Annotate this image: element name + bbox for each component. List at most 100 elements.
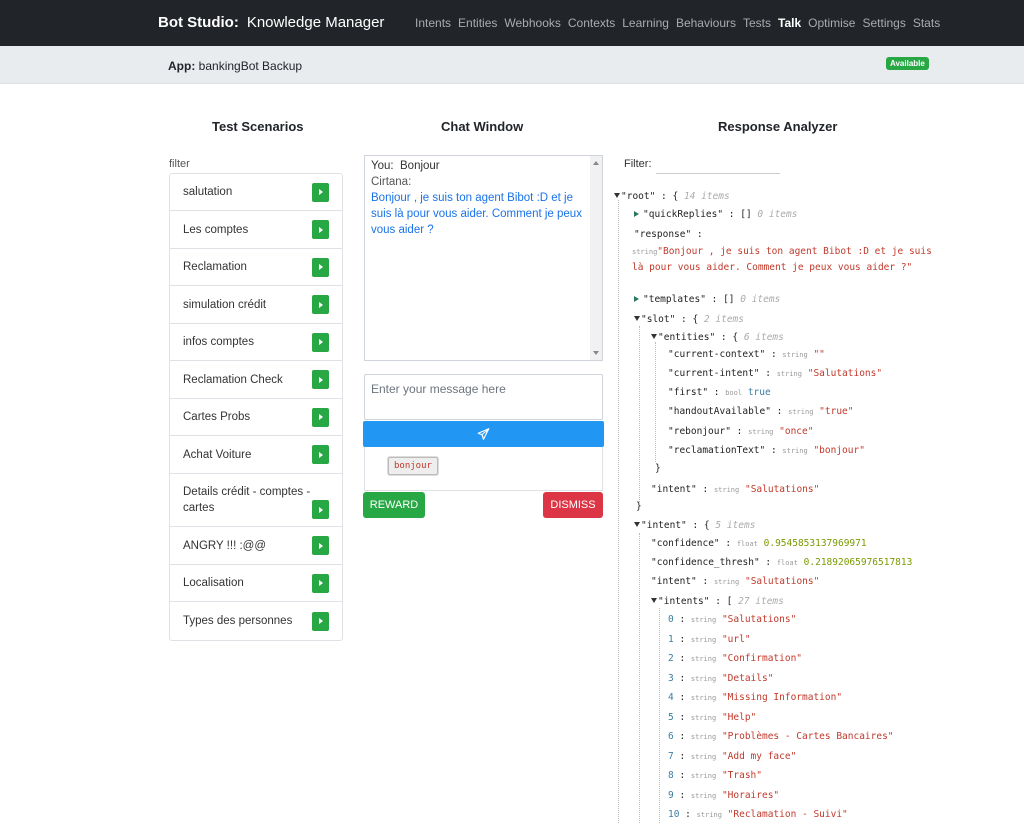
play-icon[interactable]	[312, 407, 329, 427]
tree-close-brace: }	[636, 501, 642, 512]
expand-icon[interactable]	[634, 211, 639, 217]
quick-replies-area: bonjour	[364, 447, 603, 491]
tree-node-quickreplies[interactable]: "quickReplies" : [] 0 items	[634, 209, 797, 220]
analyzer-filter-input[interactable]	[656, 158, 780, 174]
scenario-item[interactable]: Les comptes	[170, 211, 342, 249]
tree-guide	[618, 200, 619, 823]
tree-node-intent-item: 4 : string "Missing Information"	[668, 692, 843, 703]
play-icon[interactable]	[312, 182, 329, 202]
tree-key: "first"	[668, 387, 709, 398]
play-icon[interactable]	[312, 536, 329, 555]
tree-node-root[interactable]: "root" : { 14 items	[614, 191, 730, 202]
play-icon[interactable]	[312, 370, 329, 389]
tree-key: "intent"	[641, 520, 687, 531]
analyzer-title: Response Analyzer	[718, 119, 838, 134]
tree-index: 0	[668, 614, 674, 625]
tree-node-intent-item: 7 : string "Add my face"	[668, 750, 797, 762]
tree-key: "intent"	[651, 484, 697, 495]
scroll-down-icon[interactable]	[593, 351, 599, 355]
play-icon[interactable]	[312, 332, 329, 352]
scenario-item[interactable]: infos comptes	[170, 324, 342, 361]
play-icon[interactable]	[312, 611, 329, 631]
quick-reply-chip[interactable]: bonjour	[388, 457, 438, 475]
nav-item-stats[interactable]: Stats	[913, 16, 940, 30]
scenario-label: infos comptes	[183, 336, 254, 348]
scenario-item[interactable]: Types des personnes	[170, 602, 342, 640]
scenario-item[interactable]: Achat Voiture	[170, 436, 342, 474]
nav-item-talk[interactable]: Talk	[778, 16, 801, 30]
nav-item-intents[interactable]: Intents	[415, 16, 451, 30]
play-icon[interactable]	[312, 445, 329, 464]
tree-type: bool	[725, 389, 743, 397]
collapse-icon[interactable]	[651, 598, 657, 603]
tree-node-entities[interactable]: "entities" : { 6 items	[651, 332, 784, 343]
scenario-item[interactable]: ANGRY !!! :@@	[170, 527, 342, 565]
tree-key: "entities"	[658, 332, 716, 343]
collapse-icon[interactable]	[651, 334, 657, 339]
scenario-item[interactable]: Cartes Probs	[170, 399, 342, 436]
tree-value-response: string"Bonjour , je suis ton agent Bibot…	[632, 244, 932, 275]
tree-guide	[659, 608, 660, 823]
expand-icon[interactable]	[634, 296, 639, 302]
tree-node-intent-item: 3 : string "Details"	[668, 672, 774, 684]
nav-item-webhooks[interactable]: Webhooks	[504, 16, 560, 30]
scenarios-filter-label[interactable]: filter	[169, 158, 190, 170]
tree-node-intent[interactable]: "intent" : { 5 items	[634, 520, 755, 531]
tree-index: 1	[668, 633, 674, 645]
tree-index: 3	[668, 672, 674, 684]
scenario-label: Types des personnes	[183, 615, 293, 627]
scenario-item[interactable]: Details crédit - comptes - cartes	[170, 474, 342, 527]
play-icon[interactable]	[312, 295, 329, 314]
nav-item-behaviours[interactable]: Behaviours	[676, 16, 736, 30]
scenario-item[interactable]: Reclamation Check	[170, 361, 342, 399]
reward-button[interactable]: REWARD	[363, 492, 425, 518]
tree-node-intent-intent: "intent" : string "Salutations"	[651, 576, 820, 587]
tree-count: 2 items	[703, 314, 744, 325]
play-icon[interactable]	[312, 220, 329, 239]
nav-item-settings[interactable]: Settings	[862, 16, 905, 30]
nav-item-entities[interactable]: Entities	[458, 16, 497, 30]
chat-transcript[interactable]: You: Bonjour Cirtana: Bonjour , je suis …	[364, 155, 603, 361]
brand[interactable]: Bot Studio: Knowledge Manager	[158, 14, 384, 31]
tree-type: string	[782, 447, 808, 455]
play-icon[interactable]	[312, 500, 329, 519]
nav-item-learning[interactable]: Learning	[622, 16, 669, 30]
scenario-label: ANGRY !!! :@@	[183, 539, 266, 552]
scroll-up-icon[interactable]	[593, 161, 599, 165]
tree-value: "Salutations"	[807, 368, 883, 379]
tree-index: 9	[668, 789, 674, 801]
send-button[interactable]	[363, 421, 604, 447]
play-icon[interactable]	[312, 257, 329, 277]
tree-node-slot[interactable]: "slot" : { 2 items	[634, 314, 744, 325]
scenario-label: salutation	[183, 186, 233, 198]
tree-node-templates[interactable]: "templates" : [] 0 items	[634, 294, 780, 305]
tree-type: string	[690, 713, 717, 722]
nav-item-optimise[interactable]: Optimise	[808, 16, 855, 30]
tree-key: "response"	[634, 229, 692, 240]
app-name: bankingBot Backup	[198, 59, 303, 73]
scenario-item[interactable]: Reclamation	[170, 249, 342, 286]
nav-item-contexts[interactable]: Contexts	[568, 16, 615, 30]
scenario-label: Les comptes	[183, 223, 249, 236]
dismiss-button[interactable]: DISMISS	[543, 492, 603, 518]
scenario-label: Reclamation	[183, 261, 247, 273]
collapse-icon[interactable]	[634, 522, 640, 527]
tree-node-intents[interactable]: "intents" : [ 27 items	[651, 596, 784, 607]
scenario-item[interactable]: salutation	[170, 174, 342, 211]
scenario-item[interactable]: simulation crédit	[170, 286, 342, 324]
tree-key: "slot"	[641, 314, 676, 325]
tree-value: "Add my face"	[721, 750, 797, 762]
collapse-icon[interactable]	[634, 316, 640, 321]
scenario-item[interactable]: Localisation	[170, 565, 342, 602]
scenario-label: Reclamation Check	[183, 373, 283, 386]
tree-value: "Trash"	[721, 770, 762, 781]
chat-scrollbar[interactable]	[590, 156, 602, 360]
play-icon[interactable]	[312, 573, 329, 593]
tree-index: 2	[668, 653, 674, 664]
collapse-icon[interactable]	[614, 193, 620, 198]
tree-key: "current-context"	[668, 349, 766, 360]
user-message: Bonjour	[400, 160, 440, 172]
tree-type: float	[776, 559, 798, 567]
nav-item-tests[interactable]: Tests	[743, 16, 771, 30]
message-input[interactable]: Enter your message here	[364, 374, 603, 420]
